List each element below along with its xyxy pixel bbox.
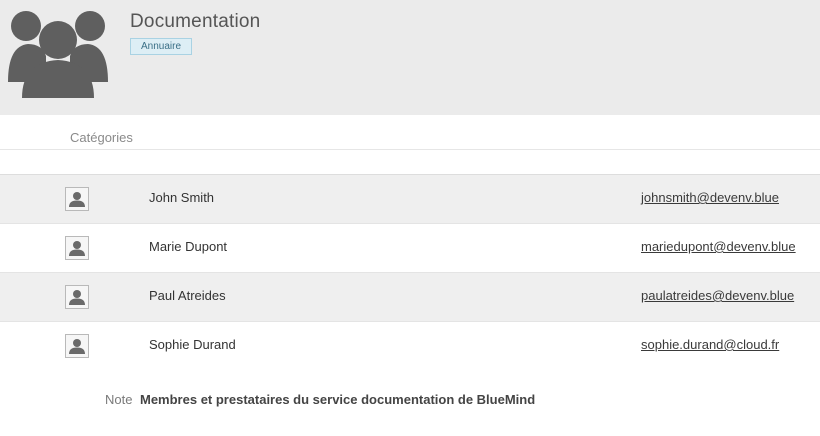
user-icon — [65, 187, 89, 211]
user-icon — [65, 236, 89, 260]
note-label: Note — [105, 392, 133, 407]
directory-badge: Annuaire — [130, 38, 193, 55]
member-name[interactable]: Sophie Durand — [149, 337, 236, 352]
member-name[interactable]: Marie Dupont — [149, 239, 227, 254]
member-row: Paul Atreides paulatreides@devenv.blue — [0, 273, 820, 322]
member-email-link[interactable]: sophie.durand@cloud.fr — [641, 337, 779, 352]
member-row: Sophie Durand sophie.durand@cloud.fr — [0, 322, 820, 371]
group-header: Documentation Annuaire — [0, 0, 820, 115]
member-email-link[interactable]: mariedupont@devenv.blue — [641, 239, 796, 254]
group-icon — [8, 11, 108, 98]
member-name[interactable]: Paul Atreides — [149, 288, 226, 303]
member-row: Marie Dupont mariedupont@devenv.blue — [0, 224, 820, 273]
categories-label: Catégories — [70, 130, 133, 145]
divider — [0, 149, 820, 150]
note-text: Membres et prestataires du service docum… — [140, 392, 536, 407]
user-icon — [65, 334, 89, 358]
member-email-link[interactable]: johnsmith@devenv.blue — [641, 190, 779, 205]
user-icon — [65, 285, 89, 309]
page-title: Documentation — [130, 11, 261, 32]
member-name[interactable]: John Smith — [149, 190, 214, 205]
member-row: John Smith johnsmith@devenv.blue — [0, 175, 820, 224]
member-email-link[interactable]: paulatreides@devenv.blue — [641, 288, 794, 303]
